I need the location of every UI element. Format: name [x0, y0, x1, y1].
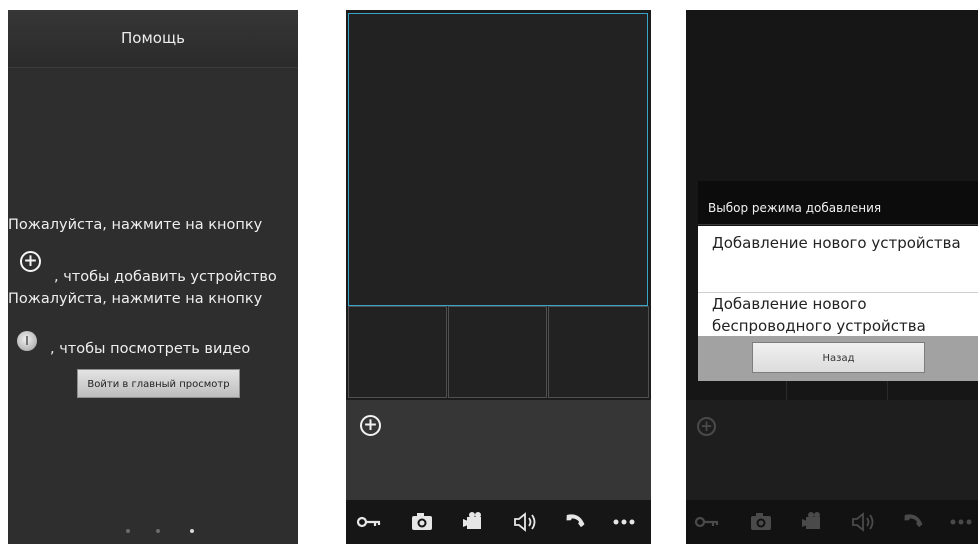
page-indicator-dot-active: [190, 529, 194, 533]
camera-icon: [748, 509, 774, 535]
device-panel: [346, 400, 651, 500]
live-view-screen: +: [346, 10, 651, 544]
help-line-view-prompt: Пожалуйста, нажмите на кнопку: [8, 291, 263, 307]
help-title: Помощь: [8, 10, 298, 68]
option-add-wireless-device[interactable]: Добавление нового беспроводного устройст…: [698, 293, 978, 336]
phone-icon[interactable]: [562, 509, 588, 535]
video-channel-cell[interactable]: [548, 306, 649, 398]
video-channel-cell[interactable]: [448, 306, 547, 398]
key-icon[interactable]: [356, 509, 382, 535]
video-record-icon[interactable]: [460, 509, 486, 535]
page-indicator-dot: [156, 529, 160, 533]
enter-main-view-button[interactable]: Войти в главный просмотр: [77, 369, 240, 398]
dialog-footer: Назад: [698, 336, 978, 381]
video-channel-cell[interactable]: [348, 306, 447, 398]
help-screen: Помощь Пожалуйста, нажмите на кнопку + ,…: [8, 10, 298, 544]
camera-icon[interactable]: [409, 509, 435, 535]
add-device-screen: + Выбор режима добавления Добавление нов…: [686, 10, 978, 544]
option-add-new-device[interactable]: Добавление нового устройства: [698, 226, 978, 292]
add-mode-dialog: Выбор режима добавления Добавление новог…: [698, 181, 978, 381]
help-line-view-video: , чтобы посмотреть видео: [50, 341, 251, 357]
speaker-icon: [850, 509, 876, 535]
more-icon[interactable]: [611, 509, 637, 535]
toolbar: [686, 500, 978, 544]
help-line-add-prompt: Пожалуйста, нажмите на кнопку: [8, 217, 263, 233]
add-device-plus-icon: +: [697, 417, 716, 436]
video-record-icon: [799, 509, 825, 535]
speaker-icon[interactable]: [512, 509, 538, 535]
add-device-plus-icon[interactable]: +: [360, 415, 381, 436]
key-icon: [694, 509, 720, 535]
video-grid-dimmed: [686, 378, 978, 400]
page-indicator-dot: [126, 529, 130, 533]
phone-icon: [900, 509, 926, 535]
add-device-plus-icon: +: [20, 251, 41, 272]
dialog-title: Выбор режима добавления: [698, 181, 978, 225]
back-button[interactable]: Назад: [752, 342, 925, 373]
device-panel: [686, 400, 978, 500]
help-line-add-device: , чтобы добавить устройство: [54, 269, 277, 285]
more-icon: [948, 509, 974, 535]
view-video-button-icon: [17, 331, 37, 351]
video-channel-main-selected[interactable]: [348, 13, 648, 306]
toolbar: [346, 500, 651, 544]
